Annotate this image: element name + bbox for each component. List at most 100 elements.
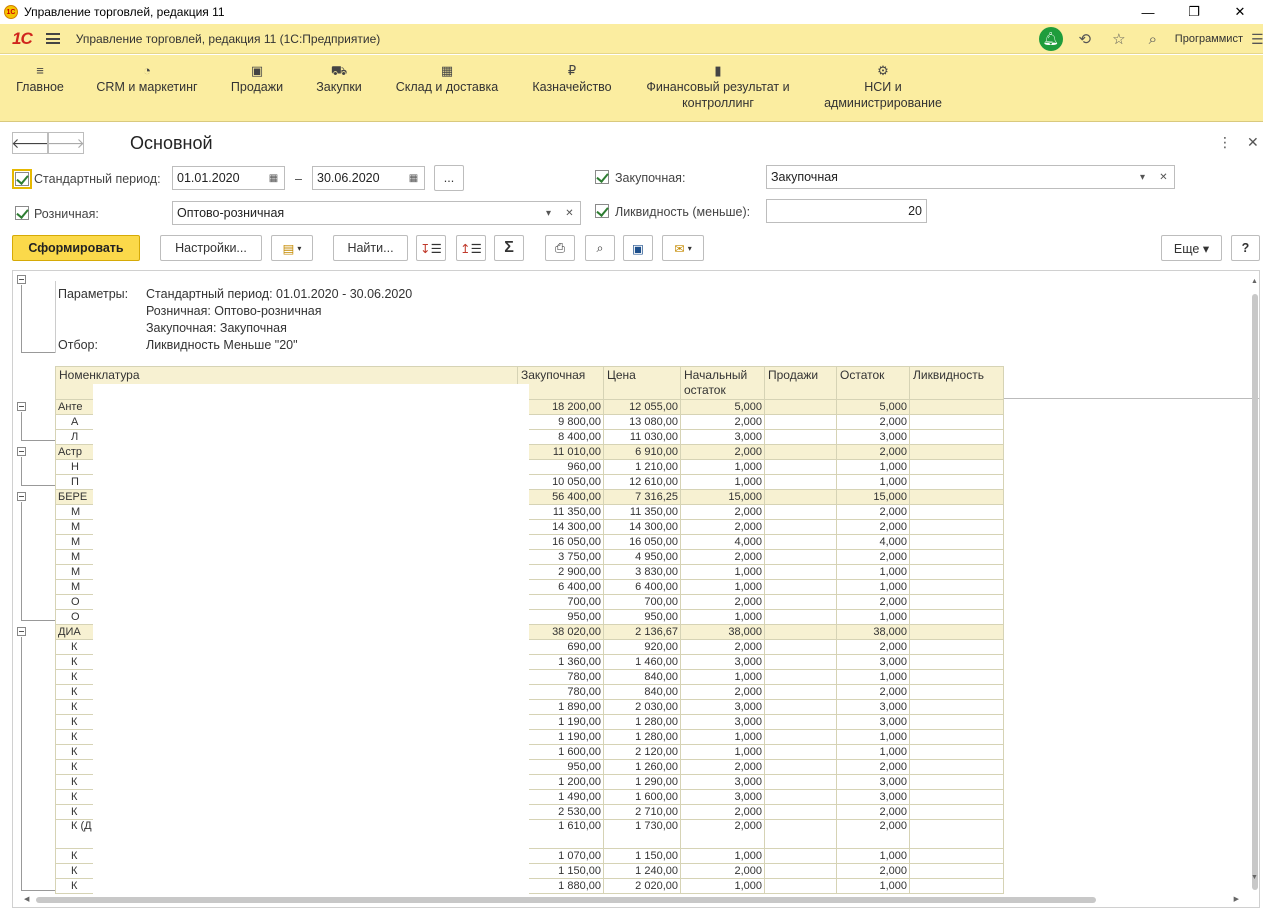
expand-groups-icon[interactable]: ↧ ☰ — [416, 235, 446, 261]
section-finance[interactable]: ▮ Финансовый результат и контроллинг — [640, 63, 796, 111]
cell-value — [909, 624, 1004, 640]
cell-value — [764, 519, 837, 535]
date-from-input[interactable]: 01.01.2020 — [172, 166, 264, 190]
section-treasury[interactable]: ₽ Казначейство — [529, 63, 615, 95]
liquidity-input[interactable]: 20 — [766, 199, 927, 223]
retail-checkbox[interactable] — [15, 206, 29, 220]
scroll-thumb[interactable] — [1252, 294, 1258, 890]
search-icon[interactable]: ⌕ — [1141, 27, 1165, 51]
sum-icon[interactable]: Σ — [494, 235, 524, 261]
cell-value — [909, 639, 1004, 655]
forward-button[interactable]: 🡒 — [47, 132, 85, 154]
star-icon[interactable]: ☆ — [1107, 27, 1131, 51]
cell-value — [909, 789, 1004, 805]
collapse-group-icon[interactable] — [17, 492, 26, 501]
chevron-down-icon[interactable]: ▾ — [538, 201, 560, 225]
menu-icon[interactable] — [45, 33, 60, 44]
minimize-button[interactable]: — — [1125, 0, 1171, 24]
collapse-groups-icon[interactable]: ↥ ☰ — [456, 235, 486, 261]
warehouse-icon: ▦ — [440, 63, 454, 78]
scroll-left-icon[interactable]: ◀ — [24, 895, 29, 903]
close-form-icon[interactable]: ✕ — [1247, 134, 1259, 151]
cell-value: 3 750,00 — [517, 549, 604, 565]
vertical-scrollbar[interactable]: ▲ ▼ — [1250, 270, 1260, 890]
collapse-group-icon[interactable] — [17, 447, 26, 456]
find-button[interactable]: Найти... — [333, 235, 408, 261]
purchase-checkbox[interactable] — [595, 170, 609, 184]
generate-button[interactable]: Сформировать — [12, 235, 140, 261]
calendar-icon[interactable]: ▦ — [263, 166, 285, 190]
cell-value: 2,000 — [836, 819, 910, 849]
settings-icon[interactable]: ☰ — [1251, 31, 1263, 48]
section-sales[interactable]: ▣ Продажи — [228, 63, 286, 95]
cell-value: 950,00 — [603, 609, 681, 625]
restore-button[interactable]: ❐ — [1171, 0, 1217, 24]
scroll-up-icon[interactable]: ▲ — [1251, 278, 1258, 285]
preview-icon[interactable]: ⌕ — [585, 235, 615, 261]
more-actions-icon[interactable]: ⋮ — [1218, 134, 1232, 151]
cell-value: 2,000 — [836, 444, 910, 460]
cell-value — [764, 714, 837, 730]
settings-button[interactable]: Настройки... — [160, 235, 262, 261]
cell-value: 1 190,00 — [517, 729, 604, 745]
cell-value: 3,000 — [836, 699, 910, 715]
cell-value: 2,000 — [680, 759, 765, 775]
report-document[interactable]: Параметры: Стандартный период: 01.01.202… — [12, 270, 1260, 908]
cell-value — [764, 564, 837, 580]
bell-icon[interactable]: 🔔︎ — [1038, 27, 1063, 51]
cell-value — [909, 759, 1004, 775]
print-icon[interactable]: ⎙ — [545, 235, 575, 261]
cell-value: 1,000 — [836, 744, 910, 760]
retail-price-input[interactable]: Оптово-розничная — [172, 201, 539, 225]
scroll-right-icon[interactable]: ▶ — [1234, 895, 1239, 903]
save-icon[interactable]: ▣ — [623, 235, 653, 261]
user-name[interactable]: Программист — [1175, 33, 1243, 45]
window-title: Управление торговлей, редакция 11 — [24, 5, 225, 19]
cell-value: 6 400,00 — [603, 579, 681, 595]
cell-value: 5,000 — [836, 399, 910, 415]
email-button[interactable]: ✉ ▾ — [662, 235, 704, 261]
horizontal-scrollbar[interactable]: ◀ ▶ — [24, 895, 1239, 905]
section-admin[interactable]: ⚙ НСИ и администрирование — [820, 63, 946, 111]
history-icon[interactable]: ⟲ — [1073, 27, 1097, 51]
cell-value: 1,000 — [836, 848, 910, 864]
cell-value: 1 490,00 — [517, 789, 604, 805]
cell-value: 11 010,00 — [517, 444, 604, 460]
cell-value: 1 260,00 — [603, 759, 681, 775]
scroll-thumb[interactable] — [36, 897, 1096, 903]
section-crm[interactable]: ◔ CRM и маркетинг — [94, 63, 200, 95]
more-button[interactable]: Еще ▾ — [1161, 235, 1222, 261]
collapse-group-icon[interactable] — [17, 402, 26, 411]
collapse-group-icon[interactable] — [17, 627, 26, 636]
cell-value: 2,000 — [836, 549, 910, 565]
cell-value: 1 070,00 — [517, 848, 604, 864]
std-period-checkbox[interactable] — [12, 169, 32, 189]
liquidity-checkbox[interactable] — [595, 204, 609, 218]
chevron-down-icon: ▾ — [687, 243, 692, 253]
clear-icon[interactable]: ✕ — [559, 201, 581, 225]
form-title: Основной — [130, 133, 213, 153]
back-button[interactable]: 🡐 — [11, 132, 49, 154]
scroll-down-icon[interactable]: ▼ — [1251, 874, 1258, 881]
period-select-button[interactable]: ... — [434, 165, 464, 191]
cell-value: 4,000 — [680, 534, 765, 550]
period-dash: – — [295, 172, 302, 186]
date-to-input[interactable]: 30.06.2020 — [312, 166, 404, 190]
calendar-icon[interactable]: ▦ — [403, 166, 425, 190]
cell-value — [909, 564, 1004, 580]
variants-button[interactable]: ▤ ▾ — [271, 235, 313, 261]
help-button[interactable]: ? — [1231, 235, 1260, 261]
section-purchases[interactable]: ⛟ Закупки — [313, 63, 365, 95]
col-initial-balance: Начальный остаток — [680, 366, 765, 400]
purchase-price-input[interactable]: Закупочная — [766, 165, 1133, 189]
envelope-icon: ✉ — [674, 241, 685, 256]
collapse-params-icon[interactable] — [17, 275, 26, 284]
clear-icon[interactable]: ✕ — [1153, 165, 1175, 189]
close-window-button[interactable]: ✕ — [1217, 0, 1263, 24]
section-warehouse[interactable]: ▦ Склад и доставка — [392, 63, 502, 95]
cell-value: 12 055,00 — [603, 399, 681, 415]
cell-value: 2 136,67 — [603, 624, 681, 640]
col-liquidity: Ликвидность — [909, 366, 1004, 400]
chevron-down-icon[interactable]: ▾ — [1132, 165, 1154, 189]
section-main[interactable]: ≡ Главное — [14, 63, 66, 95]
